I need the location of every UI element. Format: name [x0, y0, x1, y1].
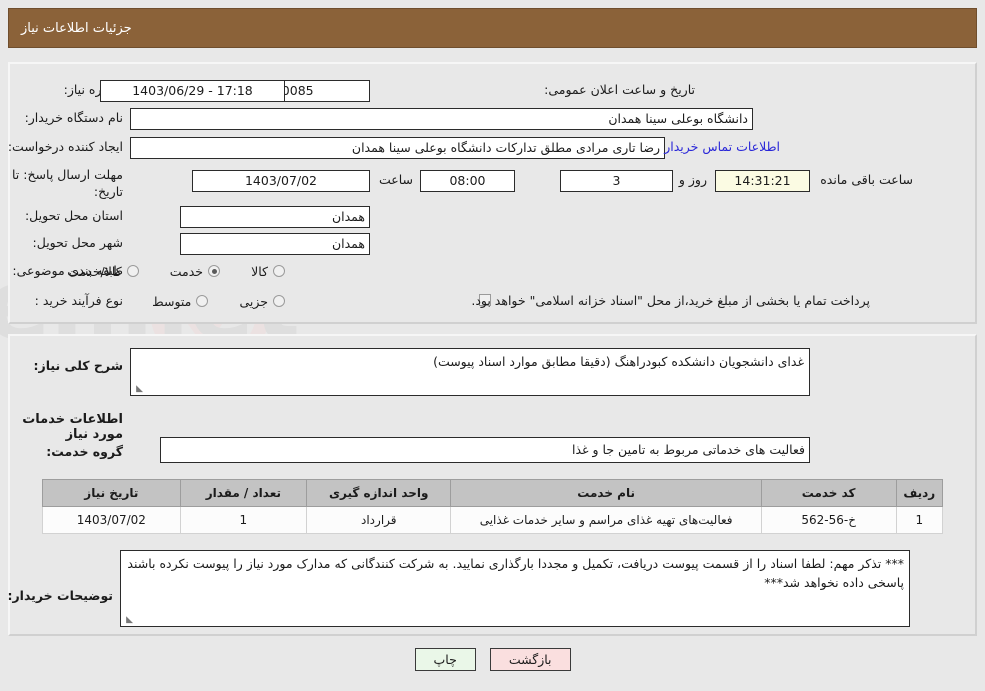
- radio-process-motevaset[interactable]: متوسط: [152, 293, 209, 309]
- radio-category-kala[interactable]: کالا: [251, 264, 285, 279]
- page-header: جزئیات اطلاعات نیاز: [8, 8, 977, 48]
- table-row: 1 خ-56-562 فعالیت‌های تهیه غذای مراسم و …: [42, 506, 944, 534]
- col-radif: ردیف: [895, 479, 944, 507]
- treasury-bond-label: پرداخت تمام یا بخشی از مبلغ خرید،از محل …: [471, 293, 870, 308]
- deadline-date-value: 1403/07/02: [192, 170, 370, 192]
- cell-need-date: 1403/07/02: [42, 506, 181, 534]
- announcement-label: تاریخ و ساعت اعلان عمومی:: [544, 82, 695, 97]
- radio-category-khedmat-label: خدمت: [169, 263, 204, 279]
- buyer-notes-value: *** تذکر مهم: لطفا اسناد را از قسمت پیوس…: [127, 556, 904, 590]
- service-group-value: فعالیت های خدماتی مربوط به تامین جا و غذ…: [160, 437, 810, 463]
- footer-button-bar: بازگشت چاپ: [0, 648, 985, 671]
- general-description-textarea[interactable]: غدای دانشجویان دانشکده کبودراهنگ (دقیقا …: [130, 348, 810, 396]
- radio-process-motevaset-label: متوسط: [152, 293, 192, 309]
- col-quantity: تعداد / مقدار: [179, 479, 308, 507]
- radio-icon[interactable]: [273, 265, 285, 277]
- col-unit: واحد اندازه گیری: [306, 479, 452, 507]
- remaining-days-label: روز و: [678, 172, 707, 187]
- general-description-value: غدای دانشجویان دانشکده کبودراهنگ (دقیقا …: [433, 354, 804, 369]
- col-need-date: تاریخ نیاز: [42, 479, 181, 507]
- radio-category-kala-khedmat-label: کالا/خدمت: [67, 263, 122, 279]
- radio-icon-selected[interactable]: [208, 265, 221, 277]
- deadline-time-value: 08:00: [420, 170, 515, 192]
- page-title: جزئیات اطلاعات نیاز: [21, 20, 132, 36]
- buyer-org-label: نام دستگاه خریدار:: [24, 110, 123, 125]
- request-creator-label: ایجاد کننده درخواست:: [7, 139, 123, 154]
- services-section-heading: اطلاعات خدمات مورد نیاز: [22, 412, 123, 442]
- purchase-process-label: نوع فرآیند خرید :: [34, 293, 123, 308]
- delivery-city-label: شهر محل تحویل:: [32, 235, 123, 250]
- purchase-process-group: جزیی متوسط: [126, 292, 285, 311]
- announcement-value: 1403/06/29 - 17:18: [100, 80, 285, 102]
- delivery-province-label: استان محل تحویل:: [24, 208, 123, 223]
- service-group-label: گروه خدمت:: [46, 444, 123, 459]
- request-creator-value: رضا تاری مرادی مطلق تدارکات دانشگاه بوعل…: [130, 137, 665, 159]
- col-service-name: نام خدمت: [450, 479, 762, 507]
- remaining-countdown-label: ساعت باقی مانده: [820, 172, 913, 187]
- delivery-city-value: همدان: [180, 233, 370, 255]
- radio-category-kala-khedmat[interactable]: کالا/خدمت: [67, 263, 139, 279]
- remaining-countdown-value: 14:31:21: [715, 170, 810, 192]
- deadline-label: مهلت ارسال پاسخ: تا تاریخ:: [12, 167, 123, 199]
- back-button[interactable]: بازگشت: [489, 648, 571, 671]
- remaining-days-value: 3: [560, 170, 673, 192]
- print-button[interactable]: چاپ: [414, 648, 476, 671]
- buyer-contact-link[interactable]: اطلاعات تماس خریدار: [664, 139, 780, 154]
- radio-category-kala-label: کالا: [251, 263, 268, 279]
- cell-service-code: خ-56-562: [760, 506, 897, 534]
- resize-grip-icon[interactable]: ◣: [134, 385, 143, 394]
- cell-quantity: 1: [179, 506, 308, 534]
- radio-category-khedmat[interactable]: خدمت: [169, 263, 221, 279]
- col-service-code: کد خدمت: [760, 479, 897, 507]
- buyer-notes-label: توضیحات خریدار:: [7, 588, 113, 603]
- radio-icon[interactable]: [126, 265, 139, 277]
- radio-icon[interactable]: [196, 295, 209, 307]
- buyer-org-value: دانشگاه بوعلی سینا همدان: [130, 108, 753, 130]
- radio-icon[interactable]: [273, 295, 285, 307]
- delivery-province-value: همدان: [180, 206, 370, 228]
- cell-service-name: فعالیت‌های تهیه غذای مراسم و سایر خدمات …: [450, 506, 762, 534]
- resize-grip-icon[interactable]: ◣: [124, 616, 133, 625]
- cell-radif: 1: [895, 506, 944, 534]
- cell-unit: قرارداد: [306, 506, 452, 534]
- services-table: ردیف کد خدمت نام خدمت واحد اندازه گیری ت…: [42, 479, 944, 534]
- general-description-label: شرح کلی نیاز:: [33, 358, 123, 373]
- buyer-notes-textarea[interactable]: *** تذکر مهم: لطفا اسناد را از قسمت پیوس…: [120, 550, 910, 627]
- subject-category-group: کالا خدمت کالا/خدمت: [41, 262, 285, 281]
- hour-label: ساعت: [378, 172, 413, 187]
- table-header-row: ردیف کد خدمت نام خدمت واحد اندازه گیری ت…: [42, 479, 944, 507]
- radio-process-jozei-label: جزیی: [239, 293, 268, 309]
- page-root: AriaTender.net جزئیات اطلاعات نیاز شماره…: [0, 0, 985, 691]
- radio-process-jozei[interactable]: جزیی: [239, 294, 285, 309]
